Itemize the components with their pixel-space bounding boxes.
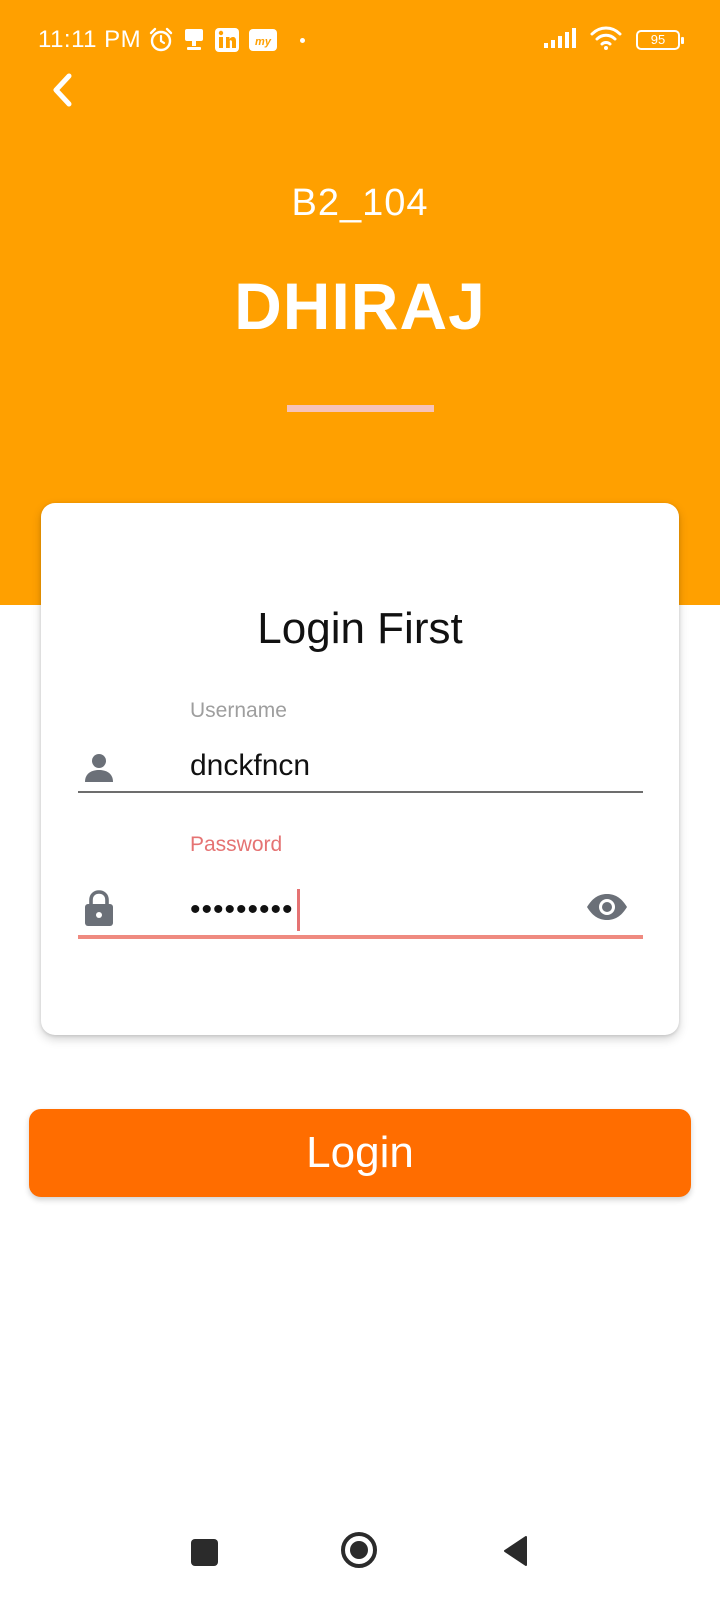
password-field[interactable]: Password •••••••••: [78, 833, 643, 939]
back-button[interactable]: [40, 70, 84, 114]
navigation-bar: [0, 1510, 720, 1600]
eye-icon: [586, 893, 628, 926]
lock-icon: [80, 889, 118, 927]
password-label: Password: [190, 833, 283, 856]
password-visibility-toggle[interactable]: [585, 889, 629, 929]
back-triangle-icon[interactable]: [502, 1535, 528, 1567]
password-masked-value: •••••••••: [190, 893, 294, 926]
login-screen: 11:11 PM my 95 B2_104 DHIRAJ Login First…: [0, 0, 720, 1600]
status-bar: 11:11 PM my 95: [0, 0, 720, 80]
login-button[interactable]: Login: [29, 1109, 691, 1197]
wifi-icon: [590, 26, 622, 55]
resident-name: DHIRAJ: [234, 269, 486, 343]
notification-pin-icon: [182, 27, 206, 53]
login-card: Login First Username dnckfncn Password •…: [41, 503, 679, 1035]
card-title: Login First: [257, 604, 463, 653]
username-field[interactable]: Username dnckfncn: [78, 699, 643, 793]
text-cursor: [296, 889, 300, 931]
username-underline: [78, 791, 643, 793]
linkedin-icon: [214, 27, 240, 53]
home-dot: [350, 1541, 368, 1559]
home-icon[interactable]: [341, 1532, 377, 1568]
more-notifications-dot: [300, 37, 305, 43]
my-app-icon: my: [248, 27, 278, 53]
header-divider: [287, 405, 434, 412]
person-icon: [80, 749, 118, 787]
chevron-left-icon: [49, 72, 75, 113]
battery-icon: 95: [636, 30, 684, 50]
password-underline: [78, 935, 643, 939]
status-right: 95: [544, 26, 684, 55]
notification-icons: my: [148, 26, 305, 54]
status-time: 11:11 PM: [38, 26, 142, 53]
unit-code: B2_104: [291, 182, 429, 224]
username-input[interactable]: dnckfncn: [190, 749, 310, 783]
password-input[interactable]: •••••••••: [190, 889, 300, 931]
signal-icon: [544, 27, 576, 54]
alarm-icon: [148, 27, 174, 53]
recents-icon[interactable]: [191, 1539, 218, 1566]
svg-text:my: my: [255, 36, 272, 48]
username-label: Username: [190, 699, 287, 722]
